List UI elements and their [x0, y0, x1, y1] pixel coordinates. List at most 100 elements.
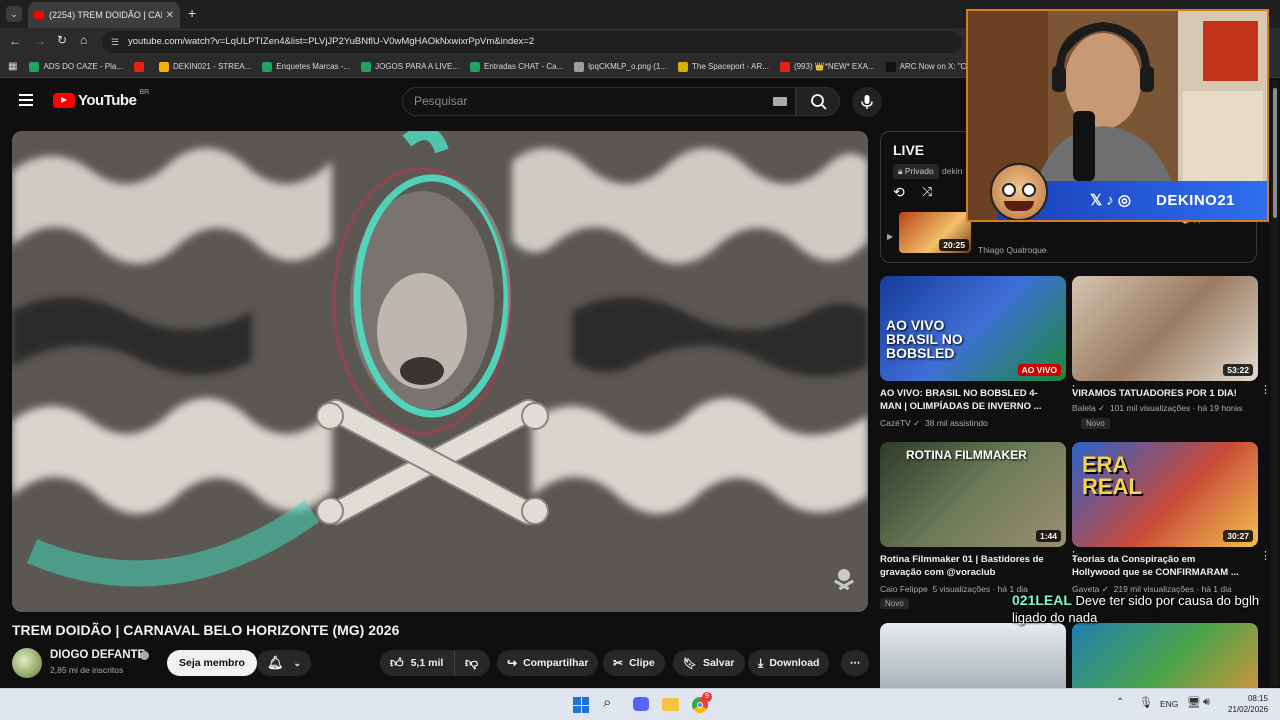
bookmark-item[interactable]: ADS DO CAZE - Pla... [29, 61, 123, 72]
language-indicator[interactable]: ENG [1160, 699, 1178, 709]
loop-icon[interactable]: ⟲ [893, 184, 905, 201]
clip-button[interactable]: ✂ Clipe [603, 650, 665, 676]
mic-tray-icon[interactable]: 🎙︎ [1139, 696, 1153, 709]
bookmark-item[interactable]: (993) 👑*NEW* EXA... [779, 61, 875, 72]
bookmark-favicon-icon [469, 61, 480, 72]
dislike-button[interactable]: 👎︎ [454, 650, 490, 676]
notifications-button[interactable]: 🔔︎ ⌄ [257, 650, 311, 676]
thumb-caption: AO VIVO BRASIL NO BOBSLED [886, 317, 963, 361]
keyboard-icon[interactable] [773, 97, 787, 106]
more-actions-button[interactable]: ⋯ [841, 650, 869, 676]
video-player[interactable] [12, 131, 868, 612]
bookmark-item[interactable]: The Spaceport - AR... [678, 61, 769, 72]
site-info-icon[interactable]: ☰ [111, 31, 119, 53]
start-icon[interactable] [573, 697, 589, 713]
video-duration: 53:22 [1223, 364, 1253, 376]
bookmark-item[interactable]: DEKIN021 - STREA... [159, 61, 252, 72]
channel-avatar[interactable] [12, 648, 42, 678]
chrome-badge: 9 [702, 692, 712, 702]
social-icons: 𝕏 ♪ ◎ [1090, 192, 1132, 209]
clock-time: 08:15 [1247, 694, 1268, 703]
lock-icon: 🔒︎ [898, 166, 903, 176]
video-thumbnail[interactable]: AO VIVO BRASIL NO BOBSLED AO VIVO [880, 276, 1066, 381]
youtube-logo[interactable]: YouTube BR [53, 89, 149, 109]
video-title: Teorias da Conspiração em Hollywood que … [1072, 554, 1239, 578]
search-icon [811, 94, 827, 110]
home-icon[interactable]: ⌂ [80, 33, 87, 47]
forward-icon[interactable]: → [34, 34, 46, 48]
video-thumbnail[interactable]: ROTINA FILMMAKER 1:44 [880, 442, 1066, 547]
video-meta: Balela ✓ 101 mil visualizações · há 19 h… [1072, 403, 1243, 413]
bookmark-item[interactable]: Enquetes Marcas -... [262, 61, 351, 72]
file-explorer-icon[interactable] [662, 698, 679, 711]
share-icon: ↪ [507, 656, 518, 670]
clip-label: Clipe [629, 657, 655, 669]
new-tab-icon[interactable]: + [188, 5, 196, 21]
download-icon: ⤓ [758, 655, 764, 670]
join-button[interactable]: Seja membro [167, 650, 257, 676]
bookmark-favicon-icon [159, 61, 170, 72]
search-icon[interactable]: ⌕ [603, 694, 611, 711]
tray-overflow-icon[interactable]: ⌃ [1116, 697, 1124, 708]
tab-close-icon[interactable]: ✕ [166, 10, 174, 21]
bookmark-favicon-icon [134, 61, 145, 72]
search-input[interactable]: Pesquisar [402, 87, 796, 116]
bookmark-favicon-icon [678, 61, 688, 72]
social-handle: DEKINO21 [1156, 192, 1236, 209]
reload-icon[interactable]: ↻ [57, 33, 67, 47]
search-placeholder: Pesquisar [414, 94, 468, 108]
scrollbar-thumb[interactable] [1273, 88, 1277, 218]
browser-tab[interactable]: (2254) TREM DOIDÃO | CARNAV ✕ [28, 2, 180, 28]
url-text: youtube.com/watch?v=LqULPTIZen4&list=PLV… [128, 36, 535, 47]
shuffle-icon[interactable]: ⤨ [922, 184, 932, 200]
download-button[interactable]: ⤓ Download [748, 650, 830, 676]
bookmark-item[interactable]: ARC Now on X: "Co... [885, 61, 978, 72]
chat-username: 021LEAL [1012, 592, 1072, 608]
bookmark-item[interactable]: JOGOS PARA A LIVE... [361, 61, 459, 72]
bookmark-label: The Spaceport - AR... [692, 62, 769, 71]
bookmark-favicon-icon [262, 61, 273, 72]
playlist-item-thumb[interactable]: 20:25 [899, 212, 971, 253]
clock[interactable]: 08:15 21/02/2026 [1228, 693, 1268, 715]
new-badge: Novo [1081, 418, 1110, 429]
playlist-title[interactable]: LIVE [893, 142, 924, 158]
voice-search-button[interactable] [852, 87, 882, 117]
chrome-icon[interactable]: 9 [692, 692, 712, 713]
playing-indicator-icon: ▶ [887, 232, 894, 241]
bookmark-label: Enquetes Marcas -... [276, 62, 351, 71]
tab-title: (2254) TREM DOIDÃO | CARNAV [49, 10, 162, 20]
tab-search-icon[interactable]: ⌄ [6, 6, 22, 22]
video-thumbnail[interactable] [1072, 623, 1258, 689]
video-meta: Caio Felippe 5 visualizações · há 1 dia [880, 584, 1028, 594]
more-options-icon[interactable]: ⋮ [1260, 551, 1271, 562]
menu-icon[interactable] [19, 94, 33, 106]
url-field[interactable]: ☰ youtube.com/watch?v=LqULPTIZen4&list=P… [102, 31, 962, 53]
bookmark-item[interactable] [134, 61, 148, 72]
video-frame [12, 131, 868, 612]
webcam-overlay: 𝕏 ♪ ◎ DEKINO21 [966, 9, 1269, 222]
network-icon[interactable]: 🖥︎ [1187, 696, 1201, 709]
thumbs-down-icon: 👎︎ [465, 655, 479, 670]
search-button[interactable] [796, 87, 840, 116]
more-options-icon[interactable]: ⋮ [1260, 385, 1271, 396]
channel-name[interactable]: DIOGO DEFANTE [50, 649, 145, 661]
video-thumbnail[interactable]: 53:22 [1072, 276, 1258, 381]
bookmark-icon: 🔖︎ [683, 657, 697, 670]
bookmark-item[interactable]: Entradas CHAT - Ca... [469, 61, 563, 72]
chat-message-overlay: 021LEAL Deve ter sido por causa do bglh … [1012, 592, 1280, 626]
bookmark-label: DEKIN021 - STREA... [173, 62, 252, 71]
playlist-owner: dekin [942, 166, 963, 176]
save-button[interactable]: 🔖︎ Salvar [673, 650, 745, 676]
video-thumbnail[interactable]: ERA REAL 30:27 [1072, 442, 1258, 547]
chevron-down-icon: ⌄ [293, 657, 302, 668]
privacy-label: Privado [904, 166, 934, 176]
volume-icon[interactable]: 🔊︎ [1203, 696, 1210, 709]
apps-grid-icon[interactable]: ▦ [8, 61, 17, 72]
mic-icon [861, 95, 873, 109]
back-icon[interactable]: ← [9, 34, 21, 48]
like-button[interactable]: 👍︎ 5,1 mil [380, 650, 454, 676]
bookmark-item[interactable]: lpqCKMLP_o.png (1... [574, 61, 667, 72]
video-thumbnail[interactable] [880, 623, 1066, 689]
discord-icon[interactable] [633, 697, 649, 711]
share-button[interactable]: ↪ Compartilhar [497, 650, 599, 676]
